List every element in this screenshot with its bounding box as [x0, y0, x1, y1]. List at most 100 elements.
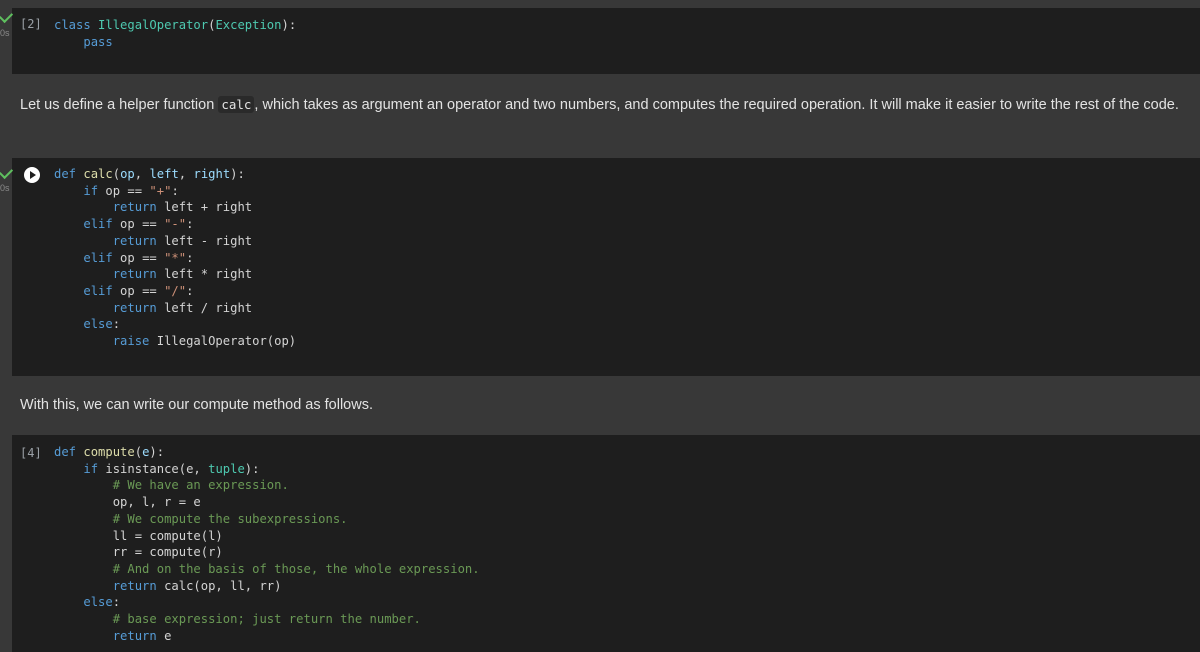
code-line: ll = compute(l): [54, 529, 223, 543]
code-token: return: [112, 578, 157, 593]
markdown-text: , which takes as argument an operator an…: [254, 97, 1179, 113]
code-line: else:: [54, 595, 120, 609]
inline-code: calc: [218, 96, 255, 113]
execution-count: [4]: [20, 446, 42, 460]
code-token: :: [112, 317, 121, 332]
code-token: op ==: [98, 183, 150, 198]
markdown-text: With this, we can write our compute meth…: [20, 397, 373, 413]
code-token: Exception: [215, 18, 282, 32]
code-line: return calc(op, ll, rr): [54, 578, 282, 593]
code-token: right: [193, 167, 231, 181]
code-editor[interactable]: class IllegalOperator(Exception): pass: [54, 17, 296, 50]
code-line: else:: [54, 317, 120, 331]
code-cell[interactable]: class IllegalOperator(Exception): pass: [12, 8, 1200, 74]
code-token: # We compute the subexpressions.: [112, 511, 348, 526]
code-line: elif op == "/":: [54, 284, 193, 298]
code-token: op, l, r = e: [54, 495, 201, 510]
code-token: op: [120, 167, 135, 181]
code-token: left + right: [156, 200, 253, 215]
code-line: pass: [54, 34, 113, 49]
code-token: else: [83, 317, 113, 332]
code-token: ):: [244, 461, 260, 476]
run-cell-button[interactable]: [24, 167, 40, 183]
execution-time: 0s: [0, 28, 10, 38]
code-token: return: [112, 300, 157, 315]
code-editor[interactable]: def calc(op, left, right): if op == "+":…: [54, 166, 296, 350]
code-token: rr = compute(r): [54, 545, 223, 560]
code-editor[interactable]: def compute(e): if isinstance(e, tuple):…: [54, 444, 480, 644]
code-token: return: [112, 628, 157, 643]
markdown-cell[interactable]: With this, we can write our compute meth…: [20, 394, 1180, 417]
code-line: rr = compute(r): [54, 545, 223, 559]
code-line: # And on the basis of those, the whole e…: [54, 562, 480, 576]
markdown-cell[interactable]: Let us define a helper function calc, wh…: [20, 93, 1180, 117]
code-token: return: [112, 233, 157, 248]
code-line: class IllegalOperator(Exception):: [54, 18, 296, 32]
code-token: tuple: [208, 461, 245, 476]
code-line: elif op == "-":: [54, 217, 193, 231]
code-token: class: [54, 18, 99, 32]
code-token: op ==: [112, 283, 165, 298]
code-line: return left / right: [54, 301, 252, 315]
code-token: "+": [149, 183, 172, 198]
code-token: if: [83, 461, 99, 476]
markdown-text: Let us define a helper function: [20, 97, 219, 113]
code-token: IllegalOperator(op): [149, 334, 297, 349]
code-token: :: [171, 183, 179, 198]
code-cell[interactable]: def calc(op, left, right): if op == "+":…: [12, 158, 1200, 376]
code-token: calc(op, ll, rr): [156, 578, 282, 593]
code-line: # base expression; just return the numbe…: [54, 612, 421, 626]
code-token: :: [186, 283, 194, 298]
code-token: pass: [83, 34, 113, 49]
code-line: return left - right: [54, 234, 252, 248]
code-token: return: [112, 200, 157, 215]
code-line: op, l, r = e: [54, 495, 201, 509]
code-token: left / right: [156, 300, 253, 315]
code-token: IllegalOperator: [98, 18, 209, 32]
code-token: # We have an expression.: [112, 478, 289, 493]
code-token: left * right: [156, 267, 253, 282]
code-token: # And on the basis of those, the whole e…: [112, 561, 480, 576]
code-line: raise IllegalOperator(op): [54, 334, 296, 348]
code-token: (: [134, 445, 143, 459]
code-token: def: [54, 445, 84, 459]
code-line: elif op == "*":: [54, 251, 193, 265]
code-token: "-": [164, 217, 187, 232]
code-line: def compute(e):: [54, 445, 164, 459]
code-token: :: [186, 250, 194, 265]
code-token: isinstance(e,: [98, 461, 209, 476]
code-token: compute: [83, 445, 135, 459]
code-token: (: [112, 167, 121, 181]
code-token: def: [54, 167, 84, 181]
code-token: "*": [164, 250, 187, 265]
code-cell[interactable]: def compute(e): if isinstance(e, tuple):…: [12, 435, 1200, 652]
code-token: e: [156, 628, 172, 643]
code-token: op ==: [112, 250, 165, 265]
code-line: return left + right: [54, 200, 252, 214]
code-token: return: [112, 267, 157, 282]
code-token: ):: [149, 445, 165, 459]
code-token: raise: [112, 334, 150, 349]
code-token: :: [112, 595, 121, 610]
code-token: elif: [83, 250, 113, 265]
code-line: return left * right: [54, 267, 252, 281]
execution-count: [2]: [20, 17, 42, 31]
code-line: def calc(op, left, right):: [54, 167, 245, 181]
code-token: calc: [83, 167, 113, 181]
code-token: "/": [164, 283, 187, 298]
